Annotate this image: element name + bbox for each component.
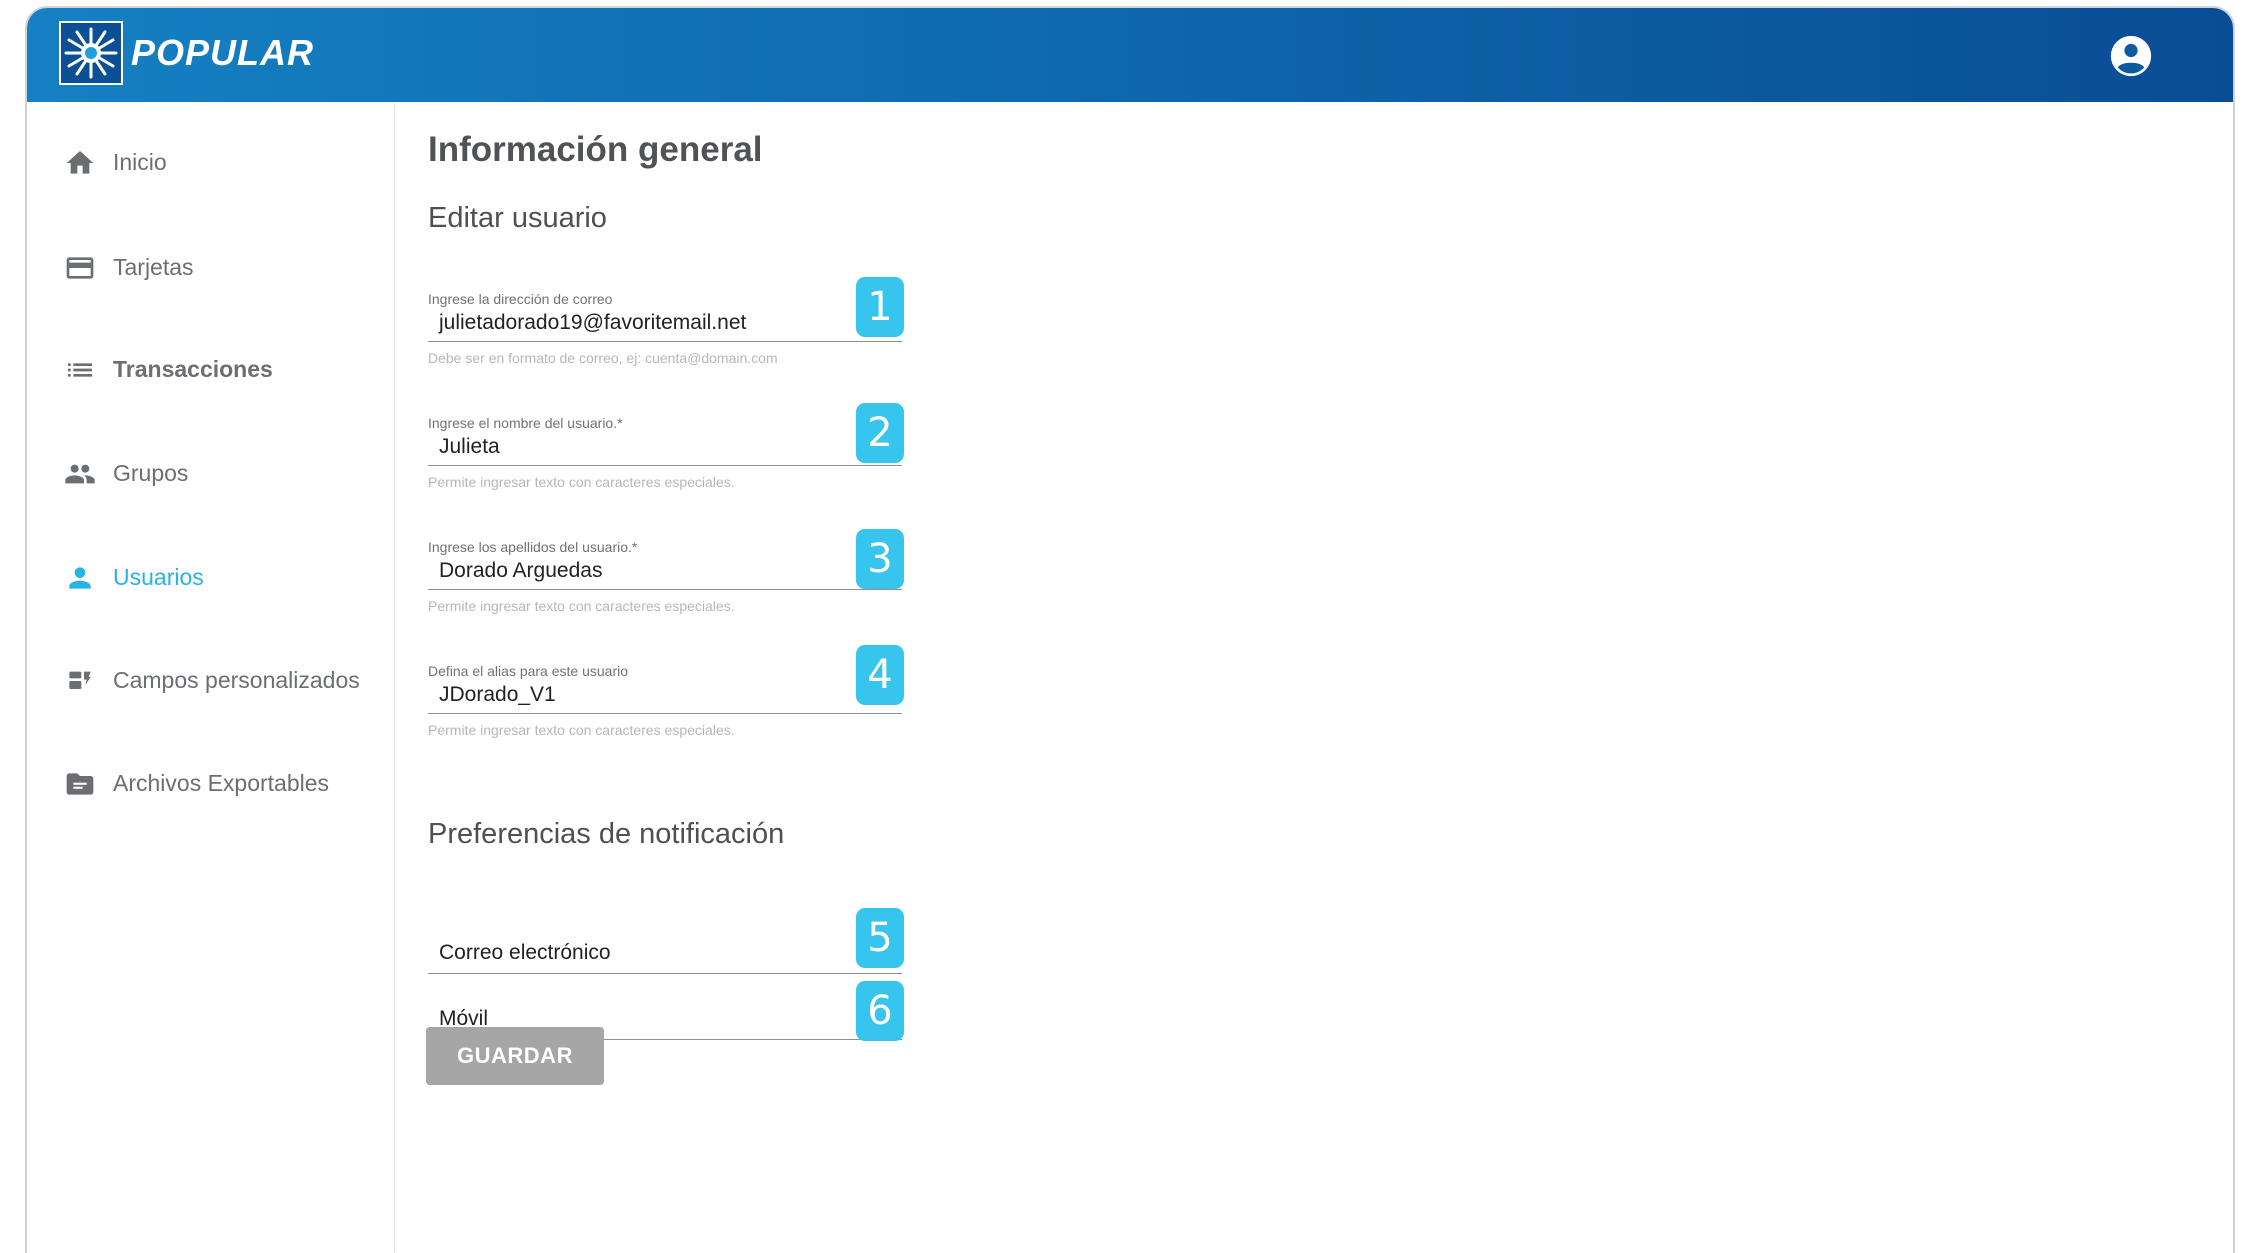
page-title: Información general [428, 130, 763, 169]
sidebar-item-inicio[interactable]: Inicio [27, 133, 395, 193]
first-name-field-label: Ingrese el nombre del usuario.* [428, 415, 623, 431]
sidebar-item-label: Archivos Exportables [113, 770, 330, 796]
sidebar-item-label: Campos personalizados [113, 667, 360, 693]
field-underline [428, 713, 902, 714]
step-badge-3: 3 [856, 529, 904, 589]
home-icon [66, 151, 94, 174]
field-underline [428, 465, 902, 466]
sidebar-item-transacciones[interactable]: Transacciones [27, 340, 395, 400]
last-name-field-hint: Permite ingresar texto con caracteres es… [428, 598, 735, 614]
notification-option-label: Correo electrónico [439, 941, 611, 964]
group-icon [65, 464, 95, 484]
last-name-field-value[interactable]: Dorado Arguedas [439, 559, 602, 583]
sidebar-item-label: Usuarios [113, 564, 204, 590]
brand-name: POPULAR [131, 32, 315, 73]
app-window: POPULAR Inicio Tarjetas Transacciones Gr… [25, 6, 2235, 1253]
first-name-field-hint: Permite ingresar texto con caracteres es… [428, 474, 735, 490]
custom-fields-icon [69, 671, 91, 689]
first-name-field-value[interactable]: Julieta [439, 435, 500, 459]
sidebar: Inicio Tarjetas Transacciones Grupos Usu [27, 102, 395, 1252]
sidebar-item-label: Transacciones [113, 356, 273, 382]
folder-icon [66, 773, 94, 795]
alias-field-value[interactable]: JDorado_V1 [439, 683, 556, 707]
sun-logo-icon [61, 23, 121, 83]
section-title-notifications: Preferencias de notificación [428, 818, 785, 850]
email-field-hint: Debe ser en formato de correo, ej: cuent… [428, 350, 778, 366]
save-button[interactable]: GUARDAR [426, 1027, 604, 1085]
person-icon [69, 567, 91, 589]
sidebar-item-label: Tarjetas [113, 254, 194, 280]
top-bar: POPULAR [27, 8, 2233, 102]
email-field-value[interactable]: julietadorado19@favoritemail.net [439, 311, 746, 335]
sidebar-item-usuarios[interactable]: Usuarios [27, 548, 395, 608]
credit-card-icon [66, 257, 94, 279]
list-icon [68, 363, 92, 377]
sidebar-item-label: Inicio [113, 149, 167, 175]
notification-option-email[interactable]: Correo electrónico 5 [428, 907, 904, 974]
alias-field-hint: Permite ingresar texto con caracteres es… [428, 722, 735, 738]
sidebar-item-label: Grupos [113, 460, 189, 486]
popular-logo [59, 21, 123, 85]
email-field-label: Ingrese la dirección de correo [428, 291, 613, 307]
step-badge-6: 6 [856, 981, 904, 1041]
sidebar-item-grupos[interactable]: Grupos [27, 444, 395, 504]
account-circle-icon [2110, 35, 2152, 77]
alias-field-label: Defina el alias para este usuario [428, 663, 629, 679]
step-badge-1: 1 [856, 277, 904, 337]
field-underline [428, 589, 902, 590]
step-badge-2: 2 [856, 403, 904, 463]
sidebar-item-archivos-exportables[interactable]: Archivos Exportables [27, 754, 395, 814]
section-title-edit-user: Editar usuario [428, 202, 607, 234]
account-button[interactable] [2109, 34, 2153, 78]
step-badge-5: 5 [856, 908, 904, 968]
last-name-field-label: Ingrese los apellidos del usuario.* [428, 539, 638, 555]
step-badge-4: 4 [856, 645, 904, 705]
sidebar-item-tarjetas[interactable]: Tarjetas [27, 238, 395, 298]
field-underline [428, 341, 902, 342]
sidebar-item-campos-personalizados[interactable]: Campos personalizados [27, 651, 395, 711]
